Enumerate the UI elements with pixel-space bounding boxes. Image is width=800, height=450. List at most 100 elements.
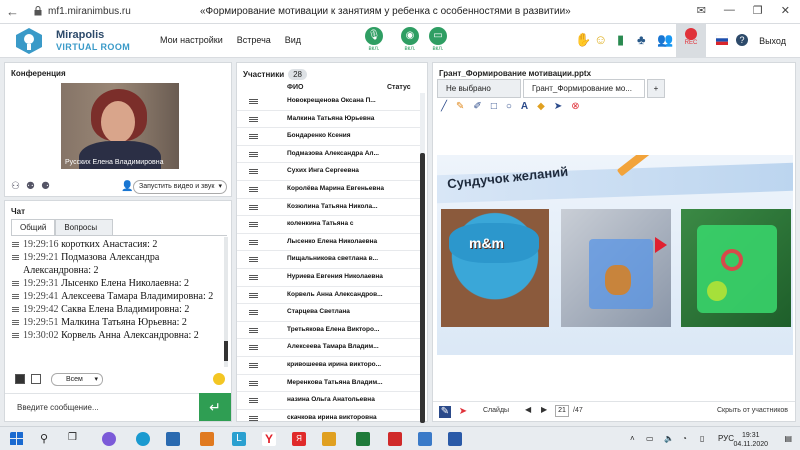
network-tray-icon[interactable]: ▭	[646, 434, 654, 443]
minimize-icon[interactable]: —	[724, 4, 735, 17]
volume-icon[interactable]: 🔈	[664, 434, 674, 443]
network-icon[interactable]: ♣	[637, 32, 646, 47]
restore-icon[interactable]: ❐	[753, 4, 763, 17]
smiley-icon[interactable]	[213, 373, 225, 385]
participant-row[interactable]: назина Ольга Анатольевна	[237, 392, 421, 410]
page-number-input[interactable]: 21	[555, 405, 569, 417]
camera-toggle[interactable]: ◉ вкл.	[398, 27, 422, 52]
drag-handle-icon[interactable]	[249, 415, 258, 417]
emoji-icon[interactable]: ☺	[594, 32, 607, 47]
next-slide-icon[interactable]: ▶	[541, 405, 547, 414]
menu-view[interactable]: Вид	[285, 35, 301, 45]
url-text[interactable]: mf1.miranimbus.ru	[48, 6, 131, 17]
record-button[interactable]: REC	[676, 24, 706, 58]
circle-tool-icon[interactable]: ○	[506, 101, 512, 112]
store-icon[interactable]	[166, 432, 180, 446]
mic-toggle[interactable]: 🎙 вкл.	[362, 27, 386, 52]
search-icon[interactable]: ⚲	[40, 432, 54, 446]
start-video-select[interactable]: Запустить видео и звук ▾	[133, 180, 227, 194]
stats-icon[interactable]: ▮	[617, 32, 624, 48]
menu-my-settings[interactable]: Мои настройки	[160, 35, 223, 45]
add-tab-button[interactable]: +	[647, 79, 665, 98]
raise-hand-icon[interactable]: ✋	[575, 32, 591, 48]
drag-handle-icon[interactable]	[249, 134, 258, 136]
drag-handle-icon[interactable]	[249, 345, 258, 347]
participant-row[interactable]: Козюлина Татьяна Никола...	[237, 199, 421, 217]
hide-from-participants-link[interactable]: Скрыть от участников	[717, 407, 788, 414]
clock[interactable]: 19:31 04.11.2020	[733, 431, 768, 449]
participant-row[interactable]: Королёва Марина Евгеньевна	[237, 181, 421, 199]
send-button[interactable]: ↵	[199, 393, 231, 421]
drag-handle-icon[interactable]	[249, 398, 258, 400]
participant-row[interactable]: Меренкова Татьяна Владим...	[237, 375, 421, 393]
chat-scrollbar[interactable]	[224, 237, 228, 367]
exit-button[interactable]: Выход	[759, 36, 786, 46]
screen-share-toggle[interactable]: ▭ вкл.	[426, 27, 450, 52]
russian-flag-icon[interactable]	[716, 35, 728, 45]
drag-handle-icon[interactable]	[249, 239, 258, 241]
participant-row[interactable]: Малкина Татьяна Юрьевна	[237, 111, 421, 129]
photos-icon[interactable]	[418, 432, 432, 446]
pointer-tool-icon[interactable]: ➤	[554, 101, 562, 112]
drag-handle-icon[interactable]	[249, 292, 258, 294]
chevron-up-icon[interactable]: ˄	[630, 434, 635, 443]
users-icon[interactable]: ⚇	[11, 181, 20, 192]
tab-questions[interactable]: Вопросы	[55, 219, 114, 236]
drag-handle-icon[interactable]	[249, 310, 258, 312]
participant-row[interactable]: Алексеева Тамара Владим...	[237, 339, 421, 357]
participant-row[interactable]: Нуриева Евгения Николаевна	[237, 269, 421, 287]
language-indicator[interactable]: РУС	[718, 434, 734, 443]
windows-start-icon[interactable]	[10, 432, 24, 446]
marker-tool-icon[interactable]: ✎	[456, 101, 464, 112]
folder-icon[interactable]	[322, 432, 336, 446]
text-color-icon[interactable]	[15, 374, 25, 384]
user-icon[interactable]: 👤	[121, 181, 133, 192]
battery-icon[interactable]: ▯	[700, 434, 704, 443]
participant-row[interactable]: Бондаренко Ксения	[237, 128, 421, 146]
tab-not-selected[interactable]: Не выбрано	[437, 79, 521, 98]
yandex-icon[interactable]: Я	[292, 432, 306, 446]
participant-row[interactable]: кривошеева ирина викторо...	[237, 357, 421, 375]
mail-icon[interactable]: ✉	[697, 4, 706, 17]
participant-row[interactable]: Третьякова Елена Викторо...	[237, 322, 421, 340]
participants-icon[interactable]: 👥	[657, 32, 673, 48]
participant-row[interactable]: Подмазова Александра Ал...	[237, 146, 421, 164]
close-icon[interactable]: ✕	[781, 4, 790, 17]
clear-tool-icon[interactable]: ⊗	[571, 101, 579, 112]
files-icon[interactable]	[200, 432, 214, 446]
prev-slide-icon[interactable]: ◀	[525, 405, 531, 414]
drag-handle-icon[interactable]	[249, 186, 258, 188]
participant-row[interactable]: скачкова ирина викторовна	[237, 410, 421, 428]
drag-handle-icon[interactable]	[249, 327, 258, 329]
tab-presentation[interactable]: Грант_Формирование мо...	[523, 79, 645, 98]
fill-tool-icon[interactable]: ◆	[537, 101, 545, 112]
menu-meeting[interactable]: Встреча	[237, 35, 271, 45]
app-l-icon[interactable]: L	[232, 432, 246, 446]
brush-icon[interactable]: ✎	[439, 406, 451, 418]
background-color-icon[interactable]	[31, 374, 41, 384]
back-arrow-icon[interactable]: ←	[6, 4, 19, 19]
drag-handle-icon[interactable]	[249, 204, 258, 206]
participant-row[interactable]: Лысенко Елена Николаевна	[237, 234, 421, 252]
drag-handle-icon[interactable]	[249, 222, 258, 224]
participant-row[interactable]: Старцева Светлана	[237, 304, 421, 322]
participant-row[interactable]: Корвель Анна Александров...	[237, 287, 421, 305]
edge-icon[interactable]	[136, 432, 150, 446]
group-icon[interactable]: ⚈	[41, 181, 50, 192]
laser-pointer-icon[interactable]: ➤	[457, 406, 469, 418]
participants-scrollbar[interactable]	[420, 93, 425, 423]
drag-handle-icon[interactable]	[249, 169, 258, 171]
cortana-icon[interactable]	[102, 432, 116, 446]
participant-row[interactable]: коленкина Татьяна с	[237, 216, 421, 234]
participant-row[interactable]: Пищальникова светлана в...	[237, 251, 421, 269]
pen-tool-icon[interactable]: ✐	[473, 101, 481, 112]
drag-handle-icon[interactable]	[249, 274, 258, 276]
text-tool-icon[interactable]: A	[521, 101, 528, 112]
drag-handle-icon[interactable]	[249, 380, 258, 382]
drag-handle-icon[interactable]	[249, 151, 258, 153]
drag-handle-icon[interactable]	[249, 362, 258, 364]
word-icon[interactable]	[448, 432, 462, 446]
notifications-icon[interactable]: ▤	[784, 434, 792, 443]
acrobat-icon[interactable]	[388, 432, 402, 446]
tab-general[interactable]: Общий	[11, 219, 56, 236]
